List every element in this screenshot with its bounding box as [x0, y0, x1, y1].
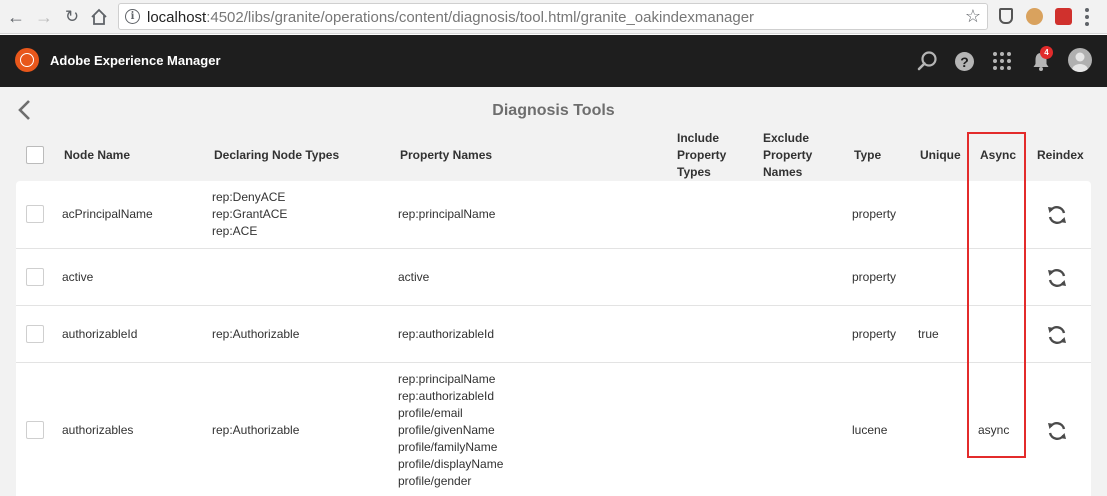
col-include-line3: Types [677, 165, 711, 179]
notification-badge: 4 [1040, 46, 1053, 59]
app-header: Adobe Experience Manager ? 4 [0, 35, 1107, 87]
apps-grid-icon[interactable] [993, 52, 1011, 70]
table-row[interactable]: acPrincipalName rep:DenyACE rep:GrantACE… [16, 181, 1091, 249]
col-exclude-line1: Exclude [763, 131, 810, 145]
aem-logo-icon[interactable] [15, 48, 39, 72]
col-exclude-line3: Names [763, 165, 803, 179]
bookmark-star-icon[interactable]: ☆ [965, 6, 981, 27]
cell-unique: true [918, 327, 939, 341]
row-checkbox[interactable] [26, 268, 44, 286]
col-exclude-line2: Property [763, 148, 813, 162]
property-name: rep:authorizableId [398, 389, 495, 403]
property-name: profile/gender [398, 474, 472, 488]
back-arrow-icon[interactable]: ← [6, 7, 26, 27]
forward-arrow-icon[interactable]: → [34, 7, 54, 27]
reload-icon[interactable]: ↻ [62, 7, 82, 27]
url-text[interactable]: localhost:4502/libs/granite/operations/c… [147, 9, 754, 26]
col-node-name[interactable]: Node Name [64, 147, 130, 164]
col-exclude-property-names[interactable]: Exclude Property Names [763, 130, 812, 181]
table-row[interactable]: authorizables rep:Authorizable rep:princ… [16, 363, 1091, 496]
cell-property-names: active [398, 269, 429, 286]
row-checkbox[interactable] [26, 205, 44, 223]
home-icon[interactable] [89, 7, 109, 27]
info-icon[interactable]: i [125, 9, 140, 24]
property-name: rep:authorizableId [398, 327, 495, 341]
cell-property-names: rep:principalName [398, 206, 495, 223]
col-type[interactable]: Type [854, 147, 881, 164]
col-property-names[interactable]: Property Names [400, 147, 492, 164]
reindex-refresh-icon[interactable] [1046, 204, 1068, 226]
extension-cookie-icon[interactable] [1026, 8, 1043, 25]
cell-type: lucene [852, 423, 888, 437]
col-declaring-node-types[interactable]: Declaring Node Types [214, 147, 339, 164]
cell-type: property [852, 270, 897, 284]
property-name: profile/email [398, 406, 463, 420]
extension-red-icon[interactable] [1055, 8, 1072, 25]
index-table: Node Name Declaring Node Types Property … [0, 131, 1107, 496]
user-avatar[interactable] [1068, 48, 1092, 72]
table-row[interactable]: authorizableId rep:Authorizable rep:auth… [16, 306, 1091, 363]
table-header: Node Name Declaring Node Types Property … [0, 131, 1107, 181]
reindex-refresh-icon[interactable] [1046, 267, 1068, 289]
property-name: profile/familyName [398, 440, 498, 454]
page-title: Diagnosis Tools [492, 102, 615, 119]
declaring-type: rep:Authorizable [212, 327, 300, 341]
property-name: profile/displayName [398, 457, 504, 471]
cell-property-names: rep:authorizableId [398, 326, 494, 343]
property-name: profile/givenName [398, 423, 495, 437]
col-reindex[interactable]: Reindex [1037, 147, 1084, 164]
cell-node-name: active [62, 270, 94, 284]
search-icon[interactable] [917, 50, 939, 72]
table-row[interactable]: active active property [16, 249, 1091, 306]
declaring-type: rep:DenyACE [212, 190, 286, 204]
address-bar[interactable]: i localhost:4502/libs/granite/operations… [118, 3, 988, 30]
cell-declaring-node-types: rep:Authorizable [212, 326, 299, 343]
async-column-highlight [967, 132, 1026, 458]
col-include-property-types[interactable]: Include Property Types [677, 130, 726, 181]
declaring-type: rep:Authorizable [212, 423, 300, 437]
cell-type: property [852, 207, 897, 221]
browser-menu-icon[interactable] [1085, 8, 1089, 26]
row-checkbox[interactable] [26, 421, 44, 439]
app-title[interactable]: Adobe Experience Manager [50, 53, 221, 68]
property-name: active [398, 270, 430, 284]
browser-toolbar: ← → ↻ i localhost:4502/libs/granite/oper… [0, 0, 1107, 34]
property-name: rep:principalName [398, 372, 496, 386]
cell-node-name: authorizableId [62, 327, 138, 341]
reindex-refresh-icon[interactable] [1046, 324, 1068, 346]
cell-property-names: rep:principalName rep:authorizableId pro… [398, 371, 503, 490]
cell-type: property [852, 327, 897, 341]
page-header: Diagnosis Tools [0, 87, 1107, 135]
cell-node-name: authorizables [62, 423, 134, 437]
url-host: localhost [147, 9, 207, 26]
declaring-type: rep:ACE [212, 224, 258, 238]
cell-declaring-node-types: rep:Authorizable [212, 422, 299, 439]
cell-node-name: acPrincipalName [62, 207, 153, 221]
table-body: acPrincipalName rep:DenyACE rep:GrantACE… [16, 181, 1091, 496]
col-include-line2: Property [677, 148, 727, 162]
reindex-refresh-icon[interactable] [1046, 420, 1068, 442]
cell-declaring-node-types: rep:DenyACE rep:GrantACE rep:ACE [212, 189, 287, 240]
url-path: :4502/libs/granite/operations/content/di… [206, 9, 755, 26]
help-icon[interactable]: ? [955, 52, 974, 71]
col-unique[interactable]: Unique [920, 147, 961, 164]
declaring-type: rep:GrantACE [212, 207, 288, 221]
select-all-checkbox[interactable] [26, 146, 44, 164]
row-checkbox[interactable] [26, 325, 44, 343]
col-include-line1: Include [677, 131, 720, 145]
property-name: rep:principalName [398, 207, 496, 221]
extension-cup-icon[interactable] [999, 8, 1013, 24]
